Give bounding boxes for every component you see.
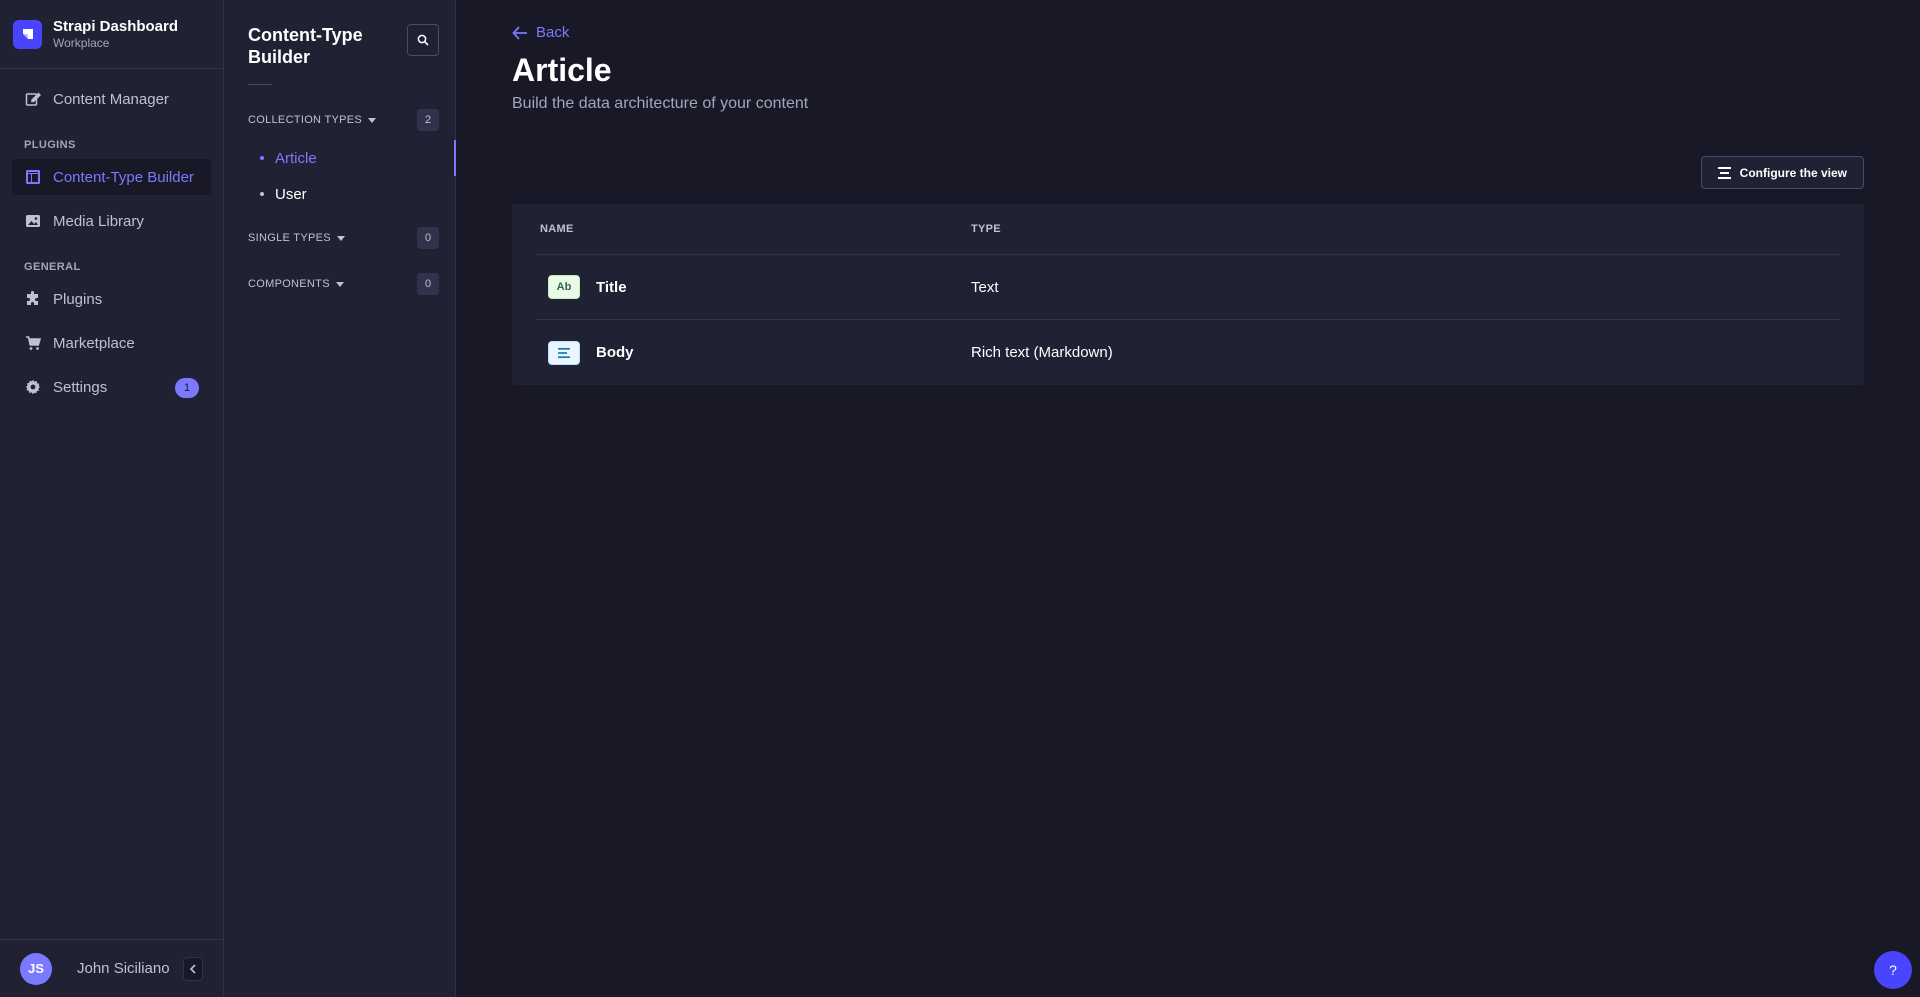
nav-item-label: Settings [53,378,108,396]
collapse-nav-button[interactable] [183,956,203,981]
text-field-icon: Ab [548,275,580,299]
collection-types-section[interactable]: COLLECTION TYPES 2 [224,108,455,132]
back-label: Back [536,24,570,41]
nav-item-label: Marketplace [53,334,135,352]
components-count: 0 [417,273,439,295]
sub-link-user[interactable]: User [224,176,455,212]
nav-section-general: GENERAL [24,261,81,273]
field-type-cell: Rich text (Markdown) [971,344,1840,361]
main-content: Back Article Build the data architecture… [456,0,1920,997]
strapi-logo-icon [13,19,42,49]
sub-link-label: Article [275,149,317,167]
bullet-icon [260,156,264,160]
single-types-label: SINGLE TYPES [248,232,331,244]
brand-title: Strapi Dashboard [53,17,179,35]
collection-types-toggle[interactable]: COLLECTION TYPES [248,114,377,126]
brand-text: Strapi Dashboard Workplace [53,18,178,51]
caret-down-icon [336,235,345,241]
configure-view-button[interactable]: Configure the view [1700,156,1864,189]
pencil-icon [24,91,41,108]
collection-types-label: COLLECTION TYPES [248,114,363,126]
nav-item-media-library[interactable]: Media Library [12,203,211,239]
nav-item-plugins[interactable]: Plugins [12,281,211,317]
components-toggle[interactable]: COMPONENTS [248,278,344,290]
arrow-left-icon [512,25,528,40]
sub-link-label: User [275,185,307,203]
sub-link-article[interactable]: Article [224,140,456,176]
table-header: NAME TYPE [536,204,1840,255]
nav-section-plugins: PLUGINS [24,139,76,151]
nav-item-content-type-builder[interactable]: Content-Type Builder [12,159,211,195]
nav-item-marketplace[interactable]: Marketplace [12,325,211,361]
collection-types-count: 2 [417,109,439,131]
nav-item-label: Content Manager [53,90,169,108]
fields-table: NAME TYPE Ab Title Text Body Rich text (… [512,204,1864,385]
single-types-count: 0 [417,227,439,249]
field-name: Title [596,278,627,296]
back-link[interactable]: Back [512,24,569,41]
list-icon [1717,166,1732,179]
settings-notification-badge: 1 [175,378,199,398]
field-name: Body [596,344,634,361]
help-button[interactable]: ? [1874,951,1912,989]
sub-navigation: Content-Type Builder COLLECTION TYPES 2 … [224,0,456,997]
caret-down-icon [368,117,377,123]
richtext-field-icon [548,340,580,365]
configure-view-label: Configure the view [1739,165,1847,180]
gear-icon [24,379,41,396]
bullet-icon [260,192,264,196]
main-navigation: Strapi Dashboard Workplace Content Manag… [0,0,224,997]
nav-body: Content Manager PLUGINS Content-Type Bui… [0,69,223,939]
nav-footer: JS John Siciliano [0,939,223,997]
search-icon [417,34,429,46]
field-type-cell: Text [971,279,1840,296]
brand-subtitle: Workplace [53,35,110,50]
subnav-header: Content-Type Builder [224,0,455,86]
nav-item-content-manager[interactable]: Content Manager [12,81,211,117]
picture-icon [24,213,41,230]
field-type: Rich text (Markdown) [971,344,1113,361]
table-row[interactable]: Ab Title Text [536,255,1840,320]
search-button[interactable] [407,24,439,56]
single-types-section[interactable]: SINGLE TYPES 0 [224,226,455,250]
subnav-divider [248,84,272,85]
subnav-title: Content-Type Builder [248,25,363,67]
page-title: Article [512,52,612,88]
column-header-type: TYPE [971,223,1001,235]
nav-item-settings[interactable]: Settings 1 [12,369,211,405]
avatar[interactable]: JS [20,952,52,985]
cart-icon [24,335,41,352]
caret-down-icon [335,281,344,287]
components-section[interactable]: COMPONENTS 0 [224,272,455,296]
components-label: COMPONENTS [248,278,330,290]
field-name-cell: Body [536,340,971,365]
table-row[interactable]: Body Rich text (Markdown) [536,320,1840,385]
nav-item-label: Content-Type Builder [53,168,194,186]
brand-header: Strapi Dashboard Workplace [0,0,223,69]
puzzle-icon [24,291,41,308]
page-subtitle: Build the data architecture of your cont… [512,95,809,112]
field-name-cell: Ab Title [536,275,971,299]
user-name[interactable]: John Siciliano [77,960,170,977]
collection-types-list: Article User [224,132,456,212]
chevron-left-icon [189,963,197,974]
field-type: Text [971,278,999,296]
layout-icon [24,169,41,186]
column-header-name: NAME [540,223,574,235]
nav-item-label: Media Library [53,212,144,230]
single-types-toggle[interactable]: SINGLE TYPES [248,232,345,244]
app-root: Strapi Dashboard Workplace Content Manag… [0,0,1920,997]
nav-item-label: Plugins [53,290,103,308]
